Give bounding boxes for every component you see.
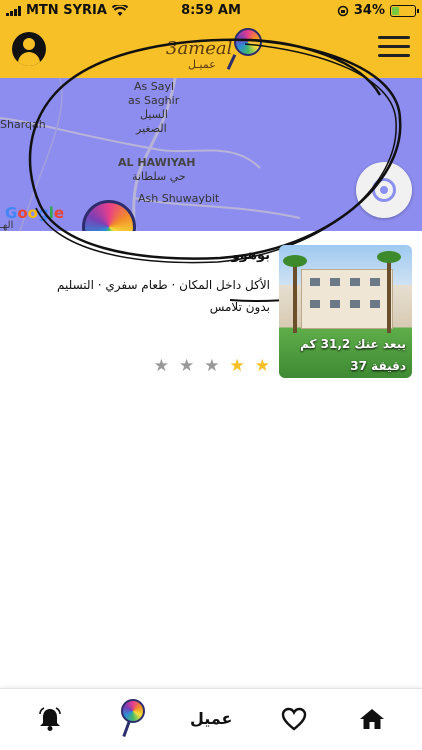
heart-icon xyxy=(281,707,307,731)
map-label-google-ar: الهـ xyxy=(0,220,14,231)
logo-arabic: عميـل xyxy=(188,58,216,71)
window-shape xyxy=(310,300,320,308)
window-shape xyxy=(310,278,320,286)
map-label-sharqah: Sharqah xyxy=(0,118,46,131)
favorites-button[interactable] xyxy=(274,699,314,739)
bell-icon xyxy=(39,707,61,731)
nav-label-ameel[interactable]: عميل xyxy=(190,709,232,728)
top-bar: MTN SYRIA 8:59 AM 34% 3ameal عميـل xyxy=(0,0,422,78)
map-label-as-sayl: As Sayl xyxy=(134,80,175,93)
restaurant-tags: الأكل داخل المكان · طعام سفري · التسليم … xyxy=(57,278,270,314)
window-shape xyxy=(350,300,360,308)
window-shape xyxy=(370,278,380,286)
battery-percent: 34% xyxy=(353,3,385,18)
profile-button[interactable] xyxy=(12,32,46,66)
window-shape xyxy=(330,278,340,286)
rating-stars: ★ ★ ★ ★ ★ xyxy=(154,356,270,376)
eta-label: 37 دقيقة xyxy=(350,359,406,373)
google-letter: o xyxy=(17,204,28,222)
user-shoulders-shape xyxy=(18,52,40,66)
window-shape xyxy=(330,300,340,308)
building-shape xyxy=(301,269,393,329)
orientation-lock-icon xyxy=(337,5,349,16)
status-right: 34% xyxy=(337,3,419,18)
map-view[interactable]: As Sayl as Saghir السيل الصغير Sharqah A… xyxy=(0,78,422,231)
rating-star: ★ xyxy=(254,356,270,376)
map-label-sayl-ar: السيل xyxy=(140,108,168,121)
hamburger-menu-button[interactable] xyxy=(378,36,410,62)
menu-line xyxy=(378,54,410,57)
lollipop-stick xyxy=(122,720,131,738)
rating-star: ★ xyxy=(153,356,169,376)
distance-label: يبعد عنك 31,2 كم xyxy=(300,337,406,351)
lollipop-logo-icon xyxy=(117,699,147,739)
window-shape xyxy=(370,300,380,308)
palm-tree-shape xyxy=(377,251,401,333)
restaurant-name: بوهوو xyxy=(231,248,270,263)
battery-icon xyxy=(390,4,419,17)
rating-star: ★ xyxy=(204,356,220,376)
google-letter: o xyxy=(27,204,38,222)
notifications-button[interactable] xyxy=(30,699,70,739)
menu-line xyxy=(378,36,410,39)
map-label-as-saghir: as Saghir xyxy=(128,94,180,107)
map-label-al-hawiyah: AL HAWIYAH xyxy=(118,156,196,169)
map-label-ash-shuwaybit: Ash Shuwaybit xyxy=(138,192,220,205)
user-head-shape xyxy=(23,38,35,50)
google-letter: g xyxy=(37,204,49,222)
window-shape xyxy=(350,278,360,286)
restaurant-card[interactable]: يبعد عنك 31,2 كم 37 دقيقة بوهوو الأكل دا… xyxy=(0,238,422,388)
map-label-hawiyah-ar: حي سلطانة xyxy=(132,170,186,183)
logo-latin: 3ameal xyxy=(166,38,233,59)
app-header: 3ameal عميـل xyxy=(0,22,422,78)
status-bar: MTN SYRIA 8:59 AM 34% xyxy=(0,0,422,22)
lollipop-logo-icon xyxy=(234,28,262,56)
lollipop-nav-button[interactable] xyxy=(112,699,152,739)
menu-line xyxy=(378,45,410,48)
google-letter: e xyxy=(53,204,65,222)
map-label-saghir-ar: الصغير xyxy=(136,122,167,135)
crosshair-dot xyxy=(380,186,388,194)
home-button[interactable] xyxy=(352,699,392,739)
lollipop-candy xyxy=(121,699,145,723)
restaurant-thumbnail[interactable]: يبعد عنك 31,2 كم 37 دقيقة xyxy=(279,245,412,378)
rating-star: ★ xyxy=(229,356,245,376)
bottom-navigation: عميل xyxy=(0,688,422,750)
palm-tree-shape xyxy=(283,255,307,333)
my-location-button[interactable] xyxy=(356,162,412,218)
app-logo: 3ameal عميـل xyxy=(160,26,270,74)
rating-star: ★ xyxy=(179,356,195,376)
google-logo: Google xyxy=(5,204,64,222)
battery-fill xyxy=(392,6,399,15)
home-icon xyxy=(360,709,384,729)
